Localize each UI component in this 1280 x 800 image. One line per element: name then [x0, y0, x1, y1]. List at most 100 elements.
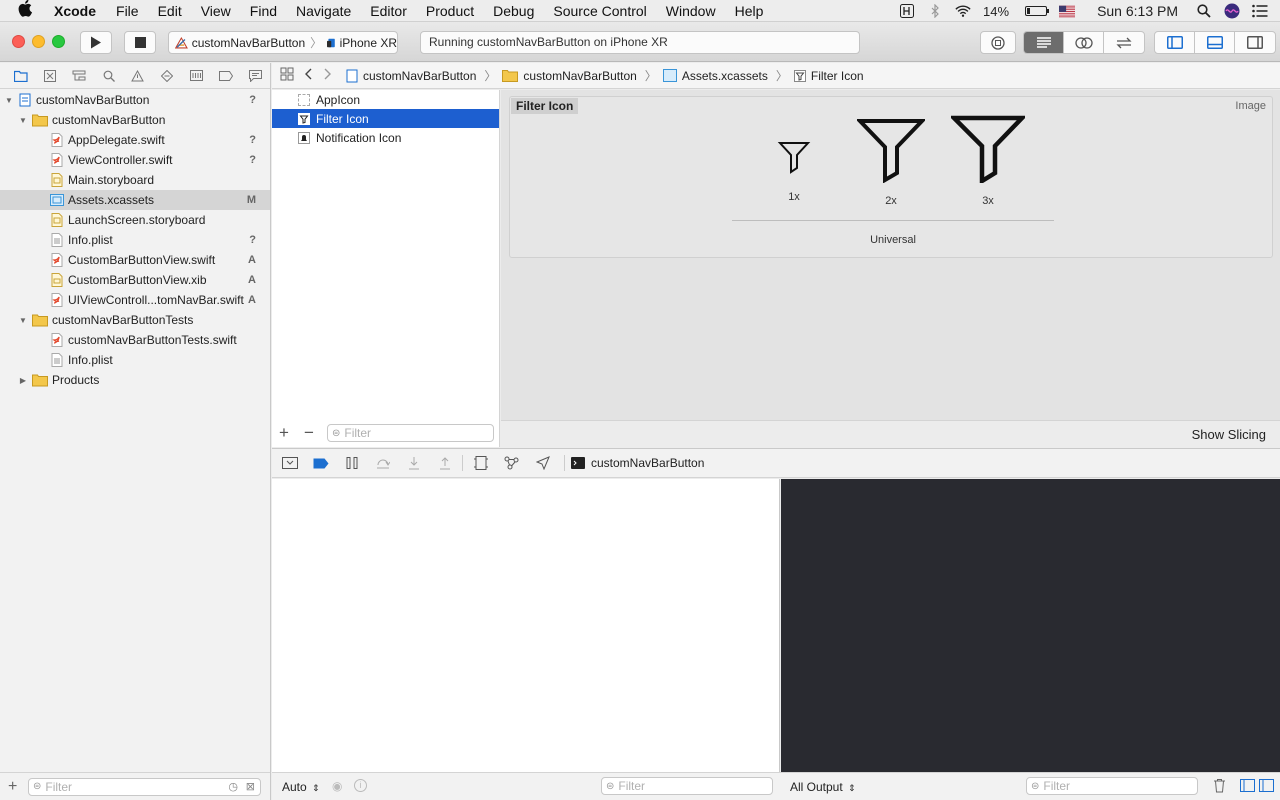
add-asset-button[interactable]: + [279, 423, 295, 443]
remove-asset-button[interactable]: − [304, 423, 320, 443]
console-output[interactable] [781, 479, 1280, 772]
menu-source-control[interactable]: Source Control [553, 3, 646, 19]
tree-row-file[interactable]: LaunchScreen.storyboard [0, 210, 270, 230]
tree-row-group-main[interactable]: ▼ customNavBarButton [0, 110, 270, 130]
disclosure-expanded-icon[interactable]: ▼ [18, 116, 28, 125]
recent-files-clock-icon[interactable]: ◷ [228, 780, 238, 793]
source-control-navigator-tab[interactable] [35, 66, 64, 86]
asset-row-filter-icon[interactable]: Filter Icon [272, 109, 499, 128]
add-file-button[interactable]: + [8, 778, 22, 796]
step-out-button[interactable] [429, 453, 460, 473]
input-menu-icon[interactable] [899, 4, 915, 18]
info-icon[interactable]: i [354, 779, 367, 792]
debug-memory-graph-button[interactable] [496, 453, 527, 473]
menu-edit[interactable]: Edit [158, 3, 182, 19]
toggle-breakpoints-button[interactable] [305, 453, 336, 473]
tree-row-file[interactable]: Info.plist [0, 350, 270, 370]
test-navigator-tab[interactable] [153, 66, 182, 86]
project-navigator-tab[interactable] [6, 66, 35, 86]
scm-filter-icon[interactable]: ⊠ [246, 780, 255, 793]
siri-icon[interactable] [1224, 3, 1240, 19]
trash-icon[interactable] [1213, 778, 1226, 796]
forward-arrow-icon[interactable] [324, 68, 332, 83]
bluetooth-icon[interactable] [927, 4, 943, 18]
console-filter-field[interactable]: ⊜ Filter [1026, 777, 1198, 795]
standard-editor-button[interactable] [1024, 32, 1064, 53]
zoom-window-button[interactable] [52, 35, 65, 48]
run-button[interactable] [80, 31, 112, 54]
menu-navigate[interactable]: Navigate [296, 3, 351, 19]
menu-find[interactable]: Find [250, 3, 277, 19]
toggle-inspector-button[interactable] [1235, 32, 1275, 53]
menubar-clock[interactable]: Sun 6:13 PM [1097, 3, 1178, 19]
menu-window[interactable]: Window [666, 3, 716, 19]
us-flag-icon[interactable] [1059, 4, 1076, 18]
output-selector[interactable]: All Output ⇕ [790, 780, 856, 794]
minimize-window-button[interactable] [32, 35, 45, 48]
asset-row-appicon[interactable]: AppIcon [272, 90, 499, 109]
debug-target-label[interactable]: customNavBarButton [591, 456, 704, 470]
toggle-navigator-button[interactable] [1155, 32, 1195, 53]
back-arrow-icon[interactable] [304, 68, 312, 83]
symbol-navigator-tab[interactable] [65, 66, 94, 86]
slot-1x[interactable]: 1x [774, 137, 814, 203]
menu-debug[interactable]: Debug [493, 3, 534, 19]
scheme-selector[interactable]: customNavBarButton 〉 iPhone XR [168, 31, 398, 54]
issue-navigator-tab[interactable] [123, 66, 152, 86]
simulate-location-button[interactable] [527, 453, 558, 473]
breadcrumb-group[interactable]: customNavBarButton [502, 69, 637, 83]
library-button[interactable] [980, 31, 1016, 54]
navigator-filter-field[interactable]: ⊜ Filter ◷ ⊠ [28, 777, 261, 796]
tree-row-file-selected[interactable]: Assets.xcassets M [0, 190, 270, 210]
split-view-right-icon[interactable] [1259, 779, 1274, 795]
toggle-debug-area-button[interactable] [1195, 32, 1235, 53]
debug-view-hierarchy-button[interactable] [465, 453, 496, 473]
notification-center-icon[interactable] [1252, 4, 1268, 18]
menu-editor[interactable]: Editor [370, 3, 407, 19]
step-over-button[interactable] [367, 453, 398, 473]
tree-row-file[interactable]: Info.plist ? [0, 230, 270, 250]
related-items-grid-icon[interactable] [280, 67, 294, 84]
apple-menu-icon[interactable] [18, 0, 40, 22]
menu-view[interactable]: View [201, 3, 231, 19]
tree-row-file[interactable]: ViewController.swift ? [0, 150, 270, 170]
slot-2x[interactable]: 2x [855, 117, 927, 207]
tree-row-file[interactable]: UIViewControll...tomNavBar.swift A [0, 290, 270, 310]
menu-help[interactable]: Help [735, 3, 764, 19]
disclosure-expanded-icon[interactable]: ▼ [4, 96, 14, 105]
report-navigator-tab[interactable] [241, 66, 270, 86]
assistant-editor-button[interactable] [1064, 32, 1104, 53]
breadcrumb-project[interactable]: customNavBarButton [346, 69, 476, 83]
breadcrumb-asset-catalog[interactable]: Assets.xcassets [662, 69, 768, 83]
find-navigator-tab[interactable] [94, 66, 123, 86]
close-window-button[interactable] [12, 35, 25, 48]
tree-row-file[interactable]: AppDelegate.swift ? [0, 130, 270, 150]
disclosure-expanded-icon[interactable]: ▼ [18, 316, 28, 325]
split-view-left-icon[interactable] [1240, 779, 1255, 795]
battery-icon[interactable] [1025, 6, 1050, 16]
menu-product[interactable]: Product [426, 3, 474, 19]
variables-filter-field[interactable]: ⊜ Filter [601, 777, 773, 795]
wifi-icon[interactable] [955, 4, 971, 18]
stop-button[interactable] [124, 31, 156, 54]
menu-file[interactable]: File [116, 3, 139, 19]
tree-row-file[interactable]: CustomBarButtonView.xib A [0, 270, 270, 290]
asset-row-notification-icon[interactable]: Notification Icon [272, 128, 499, 147]
variables-scope-selector[interactable]: Auto ⇕ [282, 780, 320, 794]
tree-row-group-products[interactable]: ▶ Products [0, 370, 270, 390]
spotlight-search-icon[interactable] [1196, 4, 1212, 18]
step-into-button[interactable] [398, 453, 429, 473]
debug-navigator-tab[interactable] [182, 66, 211, 86]
show-slicing-button[interactable]: Show Slicing [1192, 427, 1266, 442]
pause-button[interactable] [336, 453, 367, 473]
slot-3x[interactable]: 3x [950, 115, 1026, 207]
tree-row-project[interactable]: ▼ customNavBarButton ? [0, 90, 270, 110]
asset-filter-field[interactable]: ⊜ Filter [327, 424, 494, 442]
menu-app-name[interactable]: Xcode [54, 3, 96, 19]
tree-row-file[interactable]: CustomBarButtonView.swift A [0, 250, 270, 270]
tree-row-file[interactable]: Main.storyboard [0, 170, 270, 190]
disclosure-collapsed-icon[interactable]: ▶ [18, 376, 28, 385]
hide-debug-area-button[interactable] [274, 453, 305, 473]
breakpoint-navigator-tab[interactable] [211, 66, 240, 86]
variables-view[interactable] [272, 479, 780, 772]
